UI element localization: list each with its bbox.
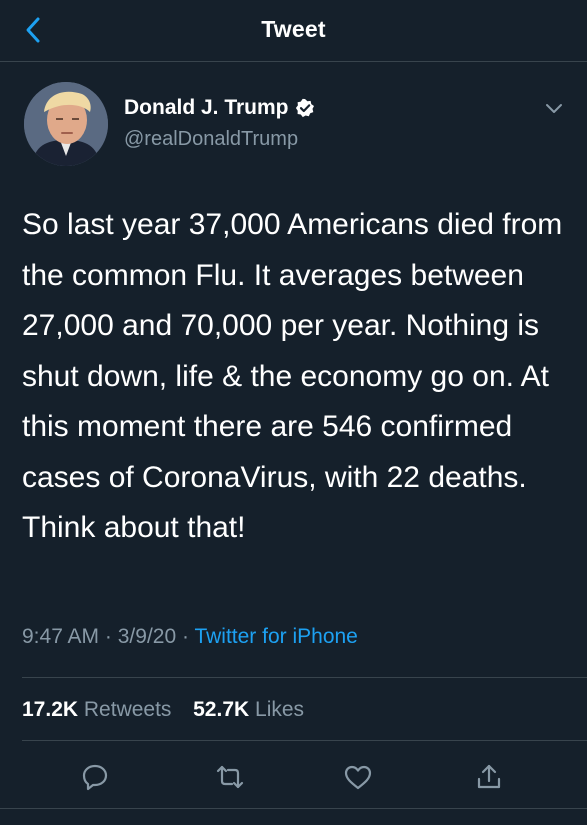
- page-title: Tweet: [261, 16, 326, 42]
- tweet-time: 9:47 AM: [22, 625, 100, 648]
- likes-stat[interactable]: 52.7K Likes: [193, 698, 304, 721]
- retweets-label: Retweets: [83, 698, 172, 721]
- tweet-text: So last year 37,000 Americans died from …: [22, 208, 563, 544]
- tweet-meta: 9:47 AM · 3/9/20 · Twitter for iPhone: [22, 625, 358, 649]
- divider: [22, 740, 587, 741]
- retweets-count: 17.2K: [22, 698, 79, 721]
- tweet-source-link[interactable]: Twitter for iPhone: [194, 625, 357, 648]
- avatar-image: [24, 82, 108, 166]
- divider: [22, 677, 587, 678]
- heart-icon: [344, 765, 372, 790]
- likes-label: Likes: [255, 698, 305, 721]
- retweets-stat[interactable]: 17.2K Retweets: [22, 698, 177, 721]
- verified-badge-icon: [295, 98, 315, 118]
- chevron-down-icon: [546, 103, 562, 113]
- divider: [0, 808, 587, 809]
- share-icon: [477, 764, 501, 789]
- likes-count: 52.7K: [193, 698, 250, 721]
- reply-button[interactable]: [78, 760, 112, 794]
- tweet-date: 3/9/20: [117, 625, 177, 648]
- author-name-row[interactable]: Donald J. Trump: [124, 96, 315, 120]
- reply-icon: [82, 764, 108, 791]
- share-button[interactable]: [472, 760, 506, 794]
- like-button[interactable]: [341, 760, 375, 794]
- meta-separator: ·: [181, 625, 189, 648]
- meta-separator: ·: [104, 625, 112, 648]
- top-bar: Tweet: [0, 0, 587, 62]
- retweet-button[interactable]: [213, 760, 247, 794]
- action-bar: [0, 752, 587, 802]
- avatar[interactable]: [24, 82, 108, 166]
- author-handle[interactable]: @realDonaldTrump: [124, 128, 298, 151]
- author-name[interactable]: Donald J. Trump: [124, 96, 289, 120]
- retweet-icon: [216, 765, 244, 789]
- tweet-stats: 17.2K Retweets 52.7K Likes: [22, 698, 304, 722]
- more-options-button[interactable]: [543, 100, 565, 116]
